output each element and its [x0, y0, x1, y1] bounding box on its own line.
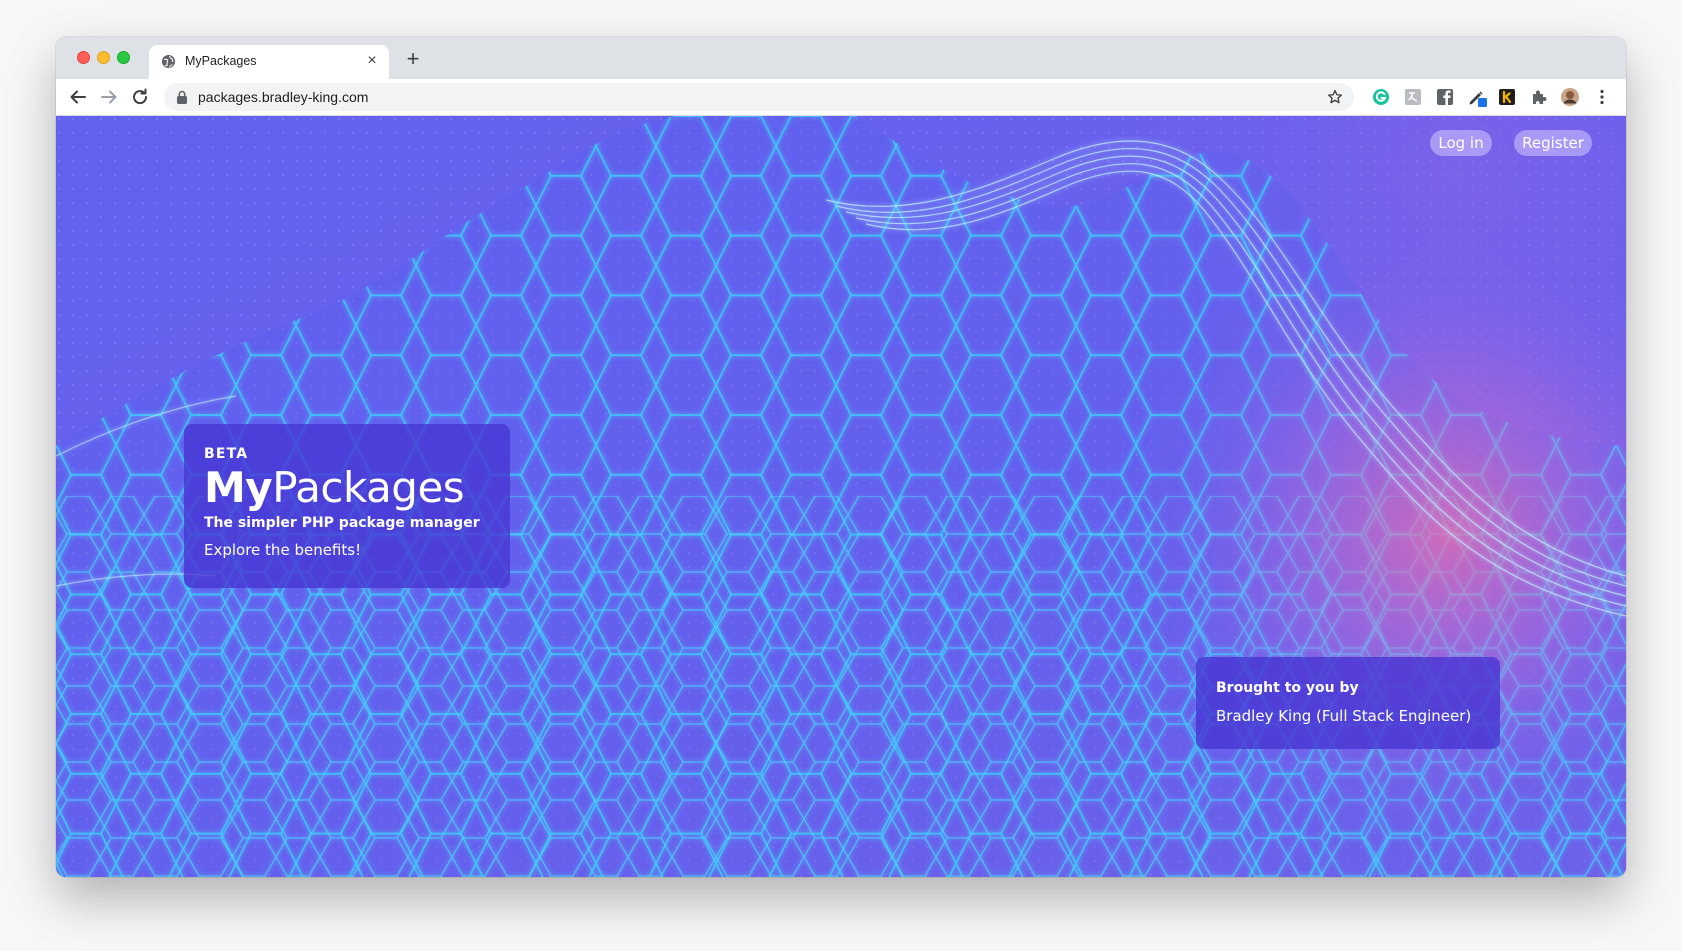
- new-tab-button[interactable]: +: [403, 48, 423, 70]
- browser-window: MyPackages × + packages.bradley-king.com: [56, 37, 1626, 877]
- hero-card: BETA MyPackages The simpler PHP package …: [184, 424, 510, 588]
- bookmark-star-icon[interactable]: [1326, 88, 1344, 106]
- close-window-button[interactable]: [77, 51, 90, 64]
- minimize-window-button[interactable]: [97, 51, 110, 64]
- tab-title: MyPackages: [185, 54, 257, 68]
- keeper-icon[interactable]: [1497, 87, 1517, 107]
- globe-icon: [161, 54, 176, 69]
- brand-title-strong: My: [204, 463, 273, 512]
- tab-strip: MyPackages × +: [56, 37, 1626, 79]
- beta-badge: BETA: [204, 446, 249, 462]
- tagline: The simpler PHP package manager: [204, 515, 480, 531]
- forward-arrow-icon[interactable]: [97, 85, 121, 109]
- grammarly-icon[interactable]: [1371, 87, 1391, 107]
- browser-toolbar: packages.bradley-king.com: [56, 79, 1626, 116]
- register-button[interactable]: Register: [1514, 130, 1592, 156]
- back-arrow-icon[interactable]: [66, 85, 90, 109]
- close-tab-icon[interactable]: ×: [364, 53, 380, 69]
- brand-title: MyPackages: [204, 464, 510, 512]
- brand-title-light: Packages: [272, 463, 465, 512]
- profile-avatar[interactable]: [1560, 87, 1580, 107]
- landing-page: Log in Register BETA MyPackages The simp…: [56, 116, 1626, 877]
- credit-card: Brought to you by Bradley King (Full Sta…: [1196, 657, 1500, 749]
- reload-icon[interactable]: [128, 85, 152, 109]
- credit-name: Bradley King (Full Stack Engineer): [1216, 707, 1472, 725]
- lock-icon[interactable]: [176, 90, 188, 104]
- credit-label: Brought to you by: [1216, 680, 1359, 696]
- address-bar[interactable]: packages.bradley-king.com: [164, 83, 1354, 111]
- menu-icon[interactable]: [1592, 87, 1612, 107]
- url-text[interactable]: packages.bradley-king.com: [198, 89, 368, 105]
- pen-icon[interactable]: [1467, 87, 1487, 107]
- explore-benefits-link[interactable]: Explore the benefits!: [204, 540, 510, 560]
- translate-icon[interactable]: [1403, 87, 1423, 107]
- facebook-icon[interactable]: [1435, 87, 1455, 107]
- maximize-window-button[interactable]: [117, 51, 130, 64]
- puzzle-icon[interactable]: [1529, 87, 1549, 107]
- login-button[interactable]: Log in: [1430, 130, 1492, 156]
- tab-mypackages[interactable]: MyPackages ×: [149, 45, 389, 79]
